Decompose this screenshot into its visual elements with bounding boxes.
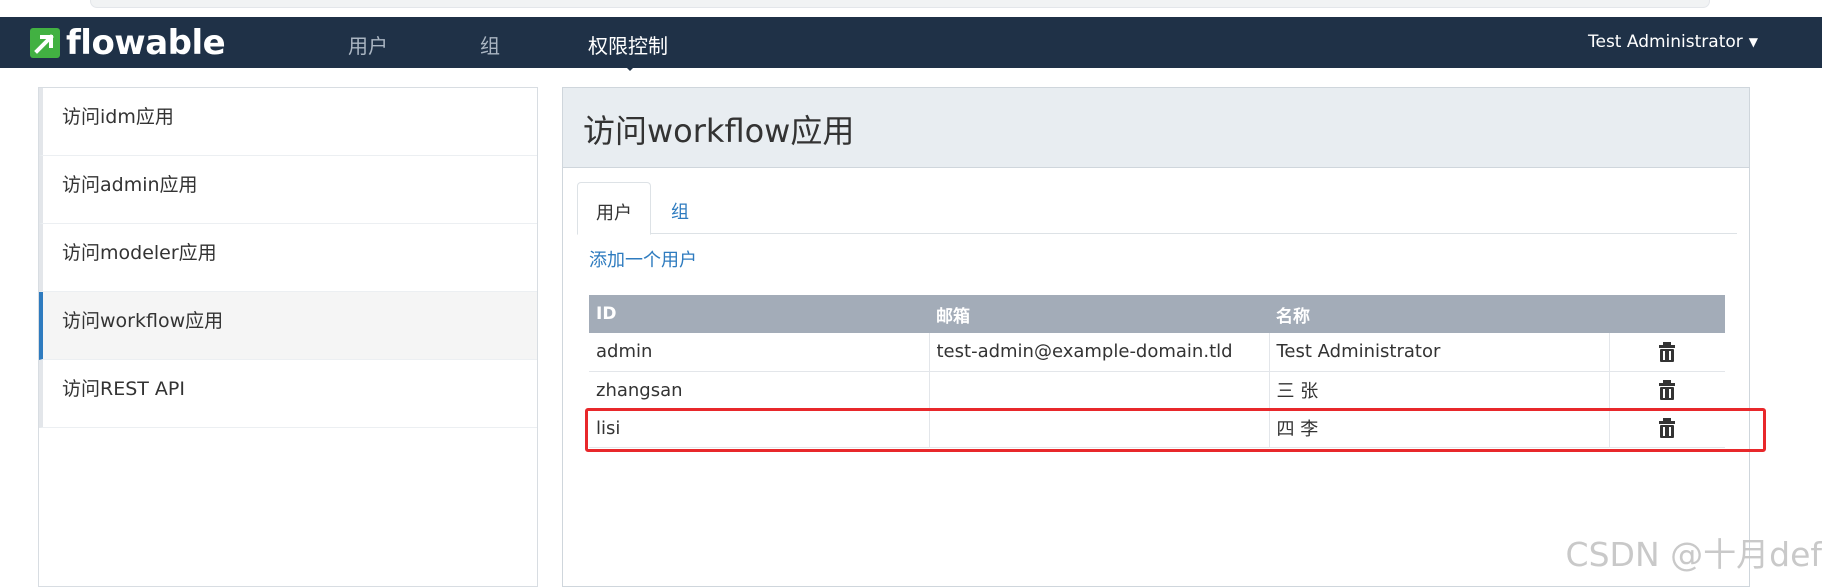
cell-actions [1609, 371, 1725, 410]
cell-id: lisi [589, 409, 930, 448]
cell-email [929, 371, 1270, 410]
table-row: admin test-admin@example-domain.tld Test… [589, 333, 1725, 372]
table-row: zhangsan 三 张 [589, 371, 1725, 410]
tab-bar: 用户 组 [577, 182, 1737, 235]
flowable-logo[interactable]: flowable [30, 23, 226, 63]
header-id: ID [596, 304, 617, 324]
header-actions [1609, 295, 1725, 333]
flowable-logo-icon [30, 28, 60, 58]
sidebar-item-label: 访问REST API [62, 378, 185, 400]
table-header-row: ID 邮箱 名称 [589, 295, 1725, 333]
sidebar-item-admin[interactable]: 访问admin应用 [39, 156, 537, 224]
add-user-link[interactable]: 添加一个用户 [589, 246, 697, 272]
sidebar-item-modeler[interactable]: 访问modeler应用 [39, 224, 537, 292]
top-navbar [0, 17, 1822, 68]
sidebar-item-rest-api[interactable]: 访问REST API [39, 360, 537, 428]
nav-groups[interactable]: 组 [480, 30, 500, 59]
user-menu[interactable]: Test Administrator ▼ [1588, 32, 1758, 52]
user-table: ID 邮箱 名称 admin test-admin@example-domain… [589, 295, 1725, 448]
cell-actions [1609, 409, 1725, 448]
tab-users[interactable]: 用户 [577, 182, 651, 235]
cell-email: test-admin@example-domain.tld [929, 333, 1270, 372]
sidebar-item-label: 访问idm应用 [62, 106, 174, 128]
table-row: lisi 四 李 [589, 409, 1725, 448]
watermark: CSDN @十月def [1565, 535, 1822, 574]
sidebar-item-label: 访问admin应用 [62, 174, 198, 196]
cell-id: zhangsan [589, 371, 930, 410]
sidebar-item-idm[interactable]: 访问idm应用 [39, 88, 537, 156]
cell-name: Test Administrator [1269, 333, 1610, 372]
nav-privileges[interactable]: 权限控制 [588, 30, 668, 59]
chevron-down-icon: ▼ [1748, 35, 1758, 49]
cell-name: 四 李 [1269, 409, 1610, 448]
sidebar-item-label: 访问modeler应用 [62, 242, 217, 264]
cell-id: admin [589, 333, 930, 372]
cell-email [929, 409, 1270, 448]
cell-name: 三 张 [1269, 371, 1610, 410]
main-panel: 访问workflow应用 用户 组 添加一个用户 ID 邮箱 名称 admin … [562, 87, 1750, 587]
user-menu-label: Test Administrator [1587, 32, 1743, 52]
browser-address-strip [0, 0, 1822, 17]
nav-users[interactable]: 用户 [348, 30, 388, 59]
logo-text: flowable [66, 23, 226, 63]
active-nav-caret [622, 63, 638, 71]
trash-icon[interactable] [1657, 417, 1677, 439]
tab-groups[interactable]: 组 [653, 182, 707, 234]
sidebar-item-workflow[interactable]: 访问workflow应用 [39, 292, 537, 360]
page-title: 访问workflow应用 [563, 88, 1749, 168]
trash-icon[interactable] [1657, 379, 1677, 401]
trash-icon[interactable] [1657, 341, 1677, 363]
header-name: 名称 [1276, 306, 1310, 327]
sidebar: 访问idm应用 访问admin应用 访问modeler应用 访问workflow… [38, 87, 538, 587]
sidebar-item-label: 访问workflow应用 [62, 310, 224, 332]
header-email: 邮箱 [936, 306, 970, 327]
address-bar[interactable] [90, 0, 1710, 8]
cell-actions [1609, 333, 1725, 372]
